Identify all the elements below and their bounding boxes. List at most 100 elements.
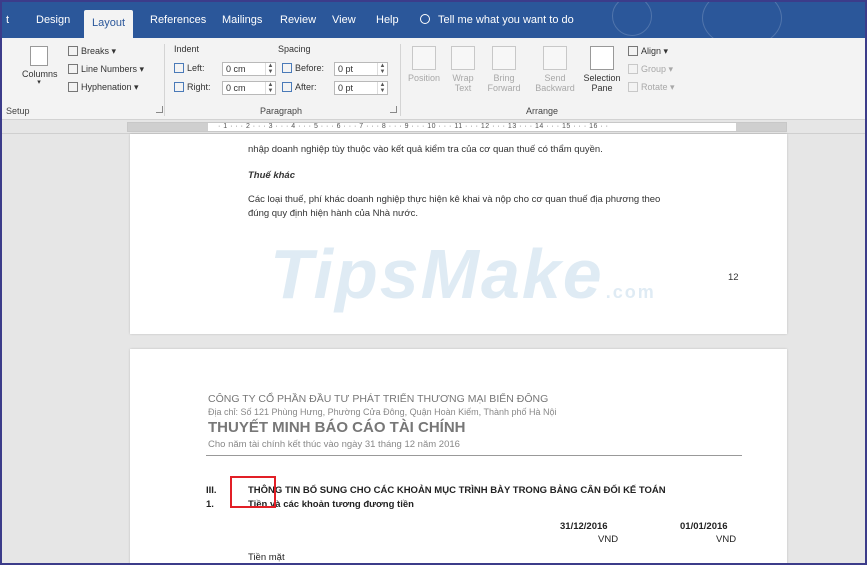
document-page[interactable]: CÔNG TY CỔ PHẦN ĐẦU TƯ PHÁT TRIỂN THƯƠNG… xyxy=(130,349,787,563)
watermark-text: TipsMake xyxy=(270,235,604,313)
hyphenation-button[interactable]: Hyphenation ▾ xyxy=(68,82,139,93)
report-title: THUYẾT MINH BÁO CÁO TÀI CHÍNH xyxy=(208,419,466,436)
line-numbers-label: Line Numbers xyxy=(81,64,138,74)
breaks-icon xyxy=(68,46,78,56)
selection-pane-icon xyxy=(590,46,614,70)
indent-right-icon xyxy=(174,82,184,92)
ruler-left-margin xyxy=(128,123,208,131)
spinner-arrows-icon[interactable]: ▲ ▼ xyxy=(377,63,387,75)
bring-forward-icon xyxy=(492,46,516,70)
tab-review[interactable]: Review xyxy=(280,2,316,38)
section-title: THÔNG TIN BỔ SUNG CHO CÁC KHOẢN MỤC TRÌN… xyxy=(248,485,666,496)
group-icon xyxy=(628,64,638,74)
indent-left-label: Left: xyxy=(174,63,205,73)
section-heading: Thuế khác xyxy=(248,170,295,181)
selection-pane-label: Selection Pane xyxy=(583,73,621,93)
columns-icon xyxy=(30,46,48,66)
highlight-box xyxy=(230,476,276,508)
spacing-before-text: Before: xyxy=(295,63,325,73)
position-button[interactable]: Position xyxy=(404,46,444,83)
spacing-after-value: 0 pt xyxy=(338,83,354,93)
columns-label: Columns xyxy=(22,69,58,79)
body-text-line: nhập doanh nghiệp tùy thuộc vào kết quả … xyxy=(248,144,603,155)
selection-pane-button[interactable]: Selection Pane xyxy=(580,46,624,93)
section-number: III. xyxy=(206,485,217,496)
wrap-text-button[interactable]: Wrap Text xyxy=(446,46,480,93)
indent-right-label: Right: xyxy=(174,82,211,92)
tab-mailings[interactable]: Mailings xyxy=(222,2,262,38)
breaks-button[interactable]: Breaks ▾ xyxy=(68,46,116,57)
indent-right-input[interactable]: 0 cm ▲ ▼ xyxy=(222,81,276,95)
spacing-after-text: After: xyxy=(295,82,317,92)
ribbon-layout: Columns ▾ Breaks ▾ Line Numbers ▾ Hyphen… xyxy=(2,38,865,120)
spinner-arrows-icon[interactable]: ▲ ▼ xyxy=(265,82,275,94)
group-divider xyxy=(164,44,165,116)
company-address: Địa chỉ: Số 121 Phùng Hưng, Phường Cửa Đ… xyxy=(208,407,557,417)
hyphenation-icon xyxy=(68,82,78,92)
spacing-after-label: After: xyxy=(282,82,317,92)
spacing-before-label: Before: xyxy=(282,63,324,73)
wrap-text-icon xyxy=(451,46,475,70)
position-label: Position xyxy=(407,73,441,83)
group-divider xyxy=(400,44,401,116)
setup-launcher-icon[interactable] xyxy=(156,106,163,113)
breaks-label: Breaks xyxy=(81,46,110,56)
bring-forward-button[interactable]: Bring Forward xyxy=(480,46,528,93)
horizontal-ruler[interactable]: · 1 · · · 2 · · · 3 · · · 4 · · · 5 · · … xyxy=(2,120,865,134)
rotate-icon xyxy=(628,82,638,92)
line-numbers-button[interactable]: Line Numbers ▾ xyxy=(68,64,144,75)
report-subtitle: Cho năm tài chính kết thúc vào ngày 31 t… xyxy=(208,439,460,450)
column-unit: VND xyxy=(716,534,737,545)
spacing-before-input[interactable]: 0 pt ▲ ▼ xyxy=(334,62,388,76)
ruler-right-margin xyxy=(736,123,786,131)
indent-left-input[interactable]: 0 cm ▲ ▼ xyxy=(222,62,276,76)
paragraph-group-label: Paragraph xyxy=(260,106,303,116)
align-button[interactable]: Align ▾ xyxy=(628,46,668,57)
column-date: 01/01/2016 xyxy=(680,521,728,532)
send-backward-label: Send Backward xyxy=(535,73,575,93)
item-number: 1. xyxy=(206,499,214,510)
tab-file[interactable]: t xyxy=(6,2,9,38)
ribbon-tab-bar: t Design Layout References Mailings Revi… xyxy=(2,2,865,48)
bring-forward-label: Bring Forward xyxy=(487,73,521,93)
send-backward-button[interactable]: Send Backward xyxy=(530,46,580,93)
tab-layout[interactable]: Layout xyxy=(84,10,134,38)
align-label: Align xyxy=(641,46,662,56)
align-icon xyxy=(628,46,638,56)
rotate-button[interactable]: Rotate ▾ xyxy=(628,82,675,93)
indent-header: Indent xyxy=(174,44,200,54)
spacing-after-input[interactable]: 0 pt ▲ ▼ xyxy=(334,81,388,95)
columns-button[interactable]: Columns ▾ xyxy=(22,46,58,87)
spacing-header: Spacing xyxy=(278,44,311,54)
lightbulb-icon xyxy=(420,14,430,24)
arrange-group-label: Arrange xyxy=(526,106,559,116)
tell-me-box[interactable]: Tell me what you want to do xyxy=(420,2,574,38)
spacing-before-icon xyxy=(282,63,292,73)
tab-help[interactable]: Help xyxy=(376,2,399,38)
company-name: CÔNG TY CỔ PHẦN ĐẦU TƯ PHÁT TRIỂN THƯƠNG… xyxy=(208,393,549,405)
indent-left-value: 0 cm xyxy=(226,64,246,74)
spinner-arrows-icon[interactable]: ▲ ▼ xyxy=(265,63,275,75)
paragraph-launcher-icon[interactable] xyxy=(390,106,397,113)
line-numbers-icon xyxy=(68,64,78,74)
position-icon xyxy=(412,46,436,70)
watermark: TipsMake .com xyxy=(270,234,656,314)
tab-design[interactable]: Design xyxy=(36,2,70,38)
group-button[interactable]: Group ▾ xyxy=(628,64,673,75)
chevron-down-icon: ▾ xyxy=(37,79,41,86)
word-window: t Design Layout References Mailings Revi… xyxy=(0,0,867,565)
ruler-track[interactable]: · 1 · · · 2 · · · 3 · · · 4 · · · 5 · · … xyxy=(127,122,787,132)
tab-view[interactable]: View xyxy=(332,2,356,38)
indent-right-value: 0 cm xyxy=(226,83,246,93)
indent-left-text: Left: xyxy=(187,63,205,73)
watermark-suffix: .com xyxy=(605,282,656,302)
tab-references[interactable]: References xyxy=(150,2,206,38)
body-text-line: Các loại thuế, phí khác doanh nghiệp thự… xyxy=(248,194,661,205)
tell-me-label: Tell me what you want to do xyxy=(438,14,574,26)
spinner-arrows-icon[interactable]: ▲ ▼ xyxy=(377,82,387,94)
page-number: 12 xyxy=(728,272,739,283)
indent-right-text: Right: xyxy=(187,82,211,92)
ruler-ticks: · 1 · · · 2 · · · 3 · · · 4 · · · 5 · · … xyxy=(218,123,609,130)
document-page[interactable]: nhập doanh nghiệp tùy thuộc vào kết quả … xyxy=(130,134,787,334)
header-divider xyxy=(206,455,742,456)
